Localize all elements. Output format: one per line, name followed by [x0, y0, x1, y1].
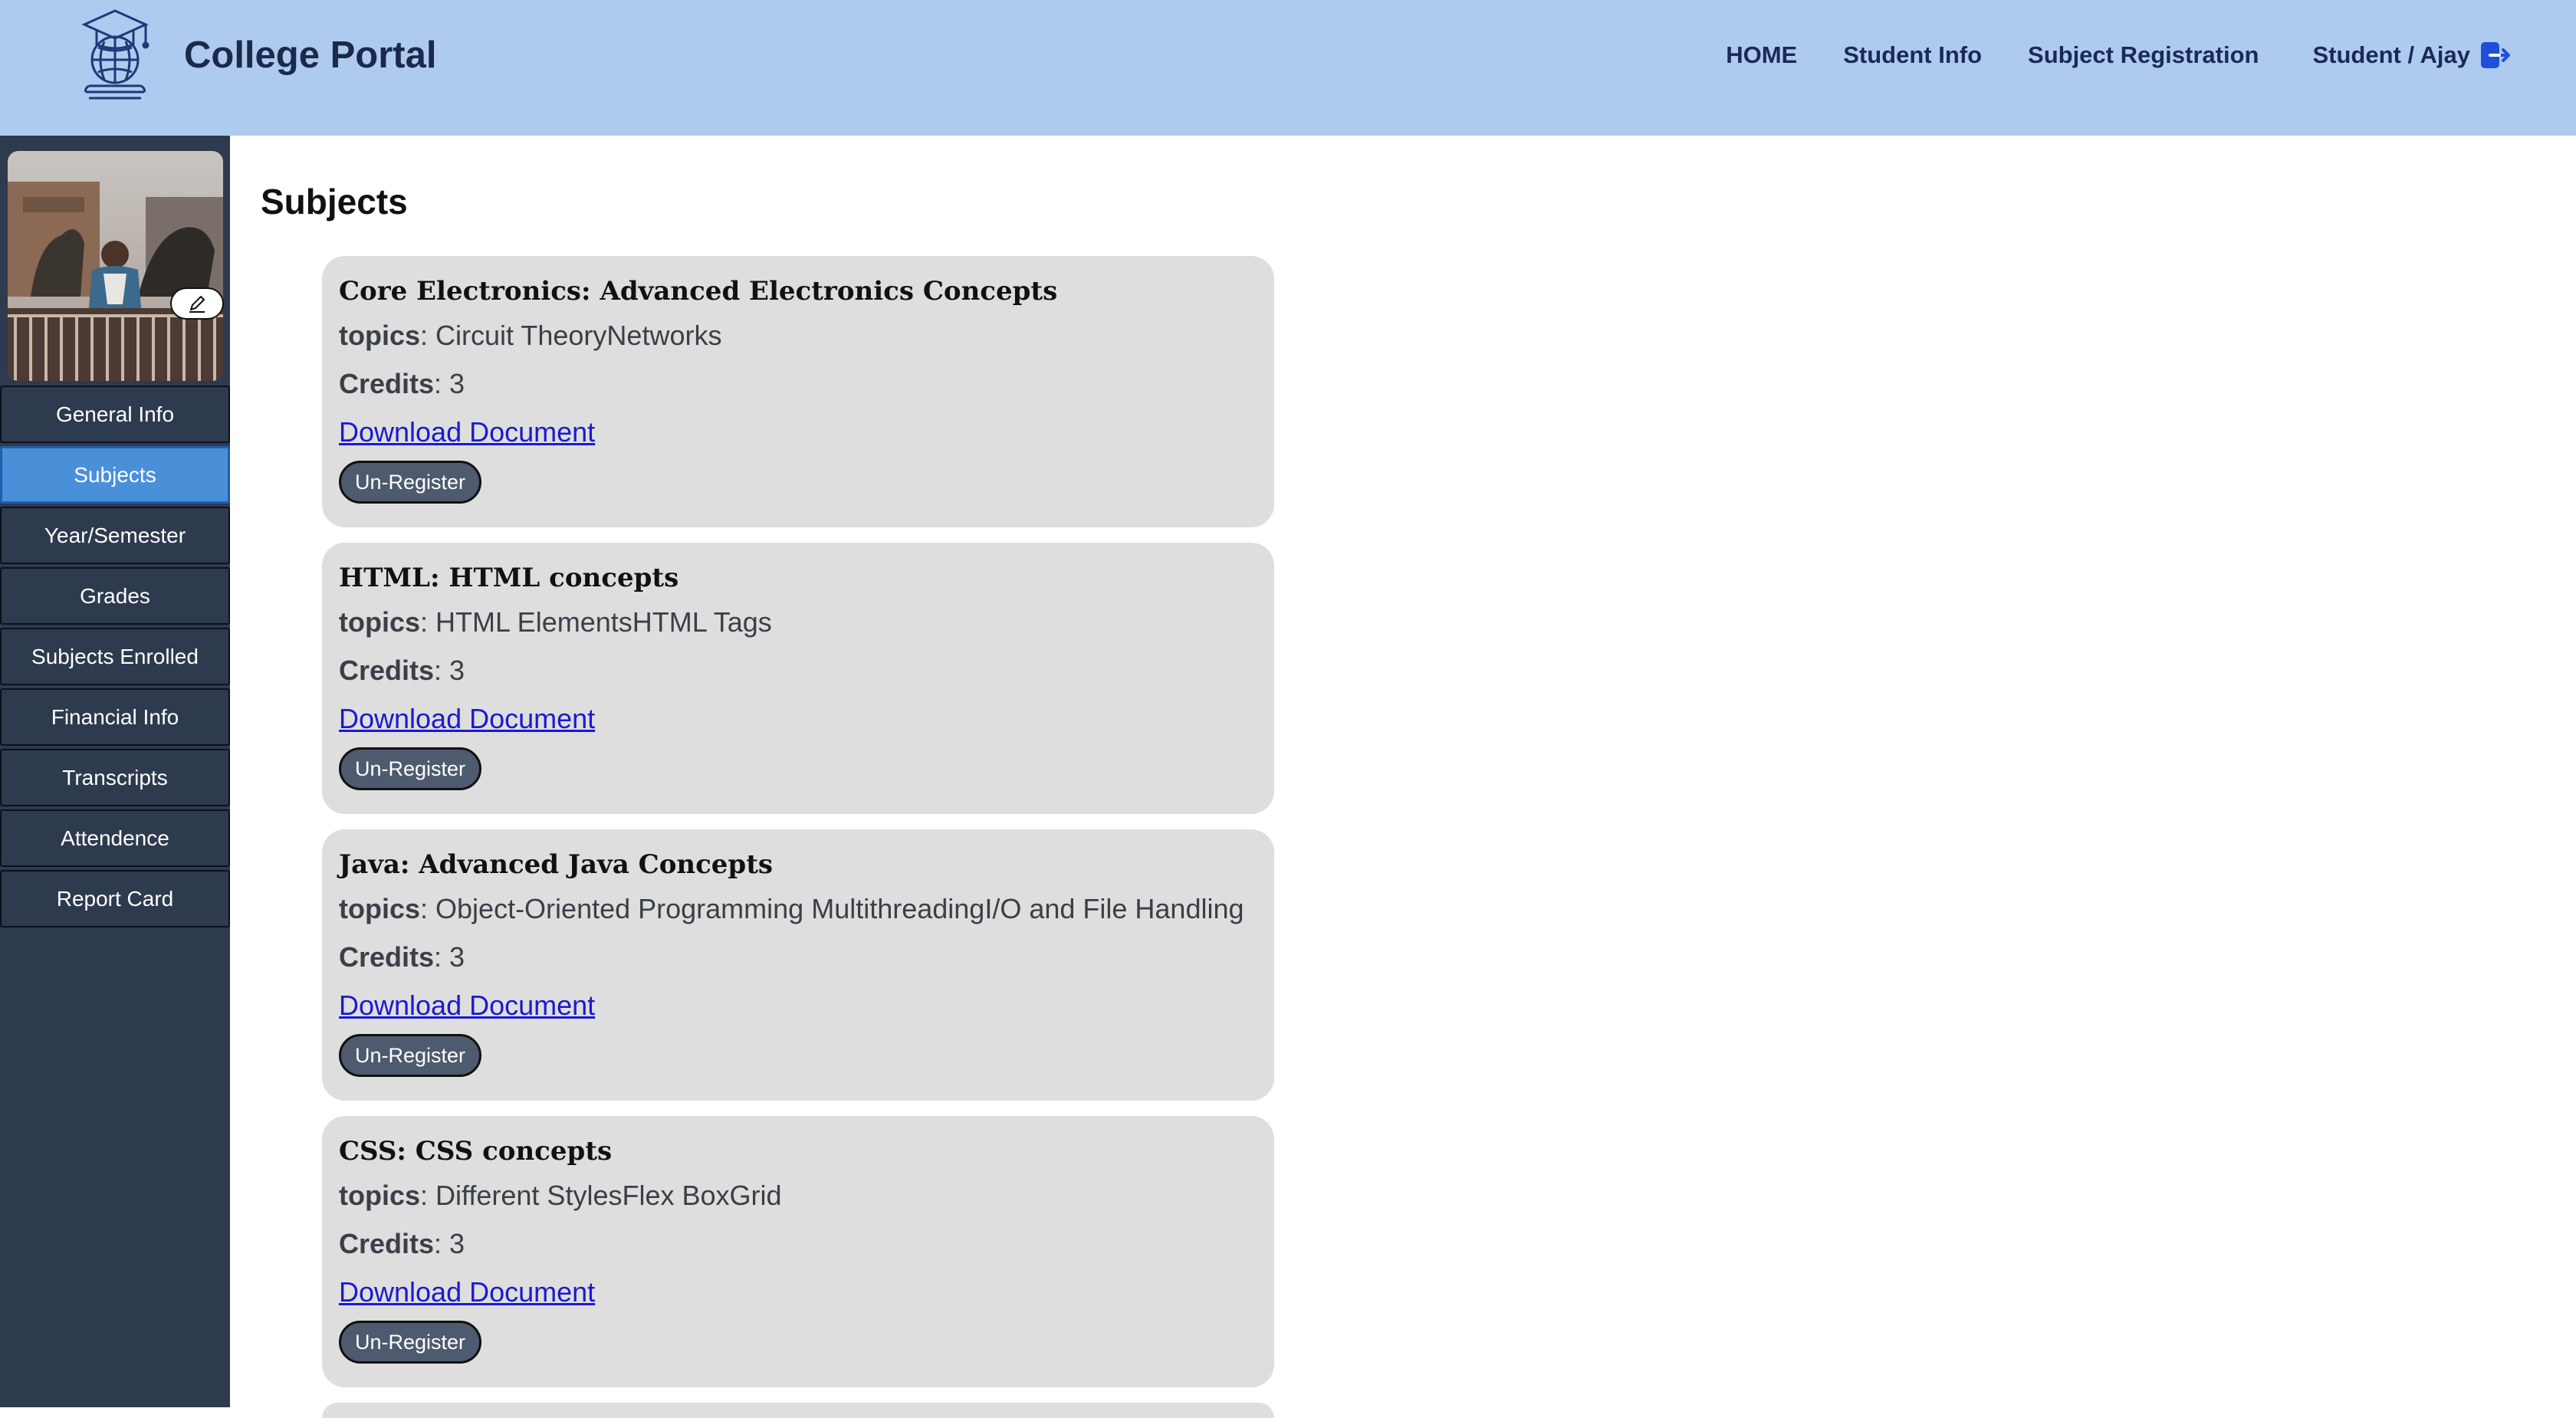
- unregister-button[interactable]: Un-Register: [339, 1321, 482, 1364]
- download-document-link[interactable]: Download Document: [339, 1268, 1257, 1316]
- credits-label: Credits: [339, 1228, 435, 1259]
- credits-label: Credits: [339, 368, 435, 399]
- credits-value: : 3: [434, 368, 465, 399]
- subject-card: Java: Advanced Java Concepts topics: Obj…: [322, 829, 1274, 1101]
- profile-photo: [8, 151, 223, 381]
- avatar: [8, 151, 223, 381]
- unregister-button[interactable]: Un-Register: [339, 747, 482, 790]
- logout-icon[interactable]: [2479, 41, 2512, 70]
- subject-card: Core Electronics: Advanced Electronics C…: [322, 256, 1274, 527]
- nav-home[interactable]: HOME: [1726, 41, 1797, 69]
- sidebar-menu: General Info Subjects Year/Semester Grad…: [0, 386, 230, 931]
- download-document-link[interactable]: Download Document: [339, 981, 1257, 1029]
- topics-label: topics: [339, 320, 421, 351]
- sidebar-item-transcripts[interactable]: Transcripts: [0, 749, 230, 806]
- subject-topics: topics: Different StylesFlex BoxGrid: [339, 1171, 1257, 1219]
- topics-label: topics: [339, 893, 421, 924]
- topics-value: : Different StylesFlex BoxGrid: [420, 1180, 782, 1211]
- sidebar-item-financial-info[interactable]: Financial Info: [0, 688, 230, 746]
- nav-student-info[interactable]: Student Info: [1843, 41, 1982, 69]
- topics-label: topics: [339, 1180, 421, 1211]
- nav-subject-registration[interactable]: Subject Registration: [2028, 41, 2259, 69]
- subject-card-partial: [322, 1403, 1274, 1418]
- user-menu[interactable]: Student / Ajay: [2312, 41, 2512, 70]
- user-name: Student / Ajay: [2312, 41, 2470, 68]
- subject-credits: Credits: 3: [339, 933, 1257, 981]
- credits-value: : 3: [434, 1228, 465, 1259]
- sidebar-item-report-card[interactable]: Report Card: [0, 870, 230, 927]
- subject-list: Core Electronics: Advanced Electronics C…: [322, 256, 1274, 1418]
- credits-label: Credits: [339, 941, 435, 973]
- credits-label: Credits: [339, 655, 435, 686]
- subject-name: Core Electronics: Advanced Electronics C…: [339, 276, 1058, 307]
- sidebar-item-attendence[interactable]: Attendence: [0, 809, 230, 867]
- topics-value: : HTML ElementsHTML Tags: [420, 606, 772, 638]
- sidebar: General Info Subjects Year/Semester Grad…: [0, 136, 230, 1407]
- top-header: College Portal HOME Student Info Subject…: [0, 0, 2576, 136]
- brand-title: College Portal: [184, 34, 437, 76]
- subject-name: CSS: CSS concepts: [339, 1136, 613, 1167]
- subject-card: HTML: HTML concepts topics: HTML Element…: [322, 543, 1274, 814]
- download-document-link[interactable]: Download Document: [339, 694, 1257, 743]
- topics-value: : Object-Oriented Programming Multithrea…: [420, 893, 1244, 924]
- subject-credits: Credits: 3: [339, 1219, 1257, 1268]
- unregister-button[interactable]: Un-Register: [339, 461, 482, 504]
- credits-value: : 3: [434, 655, 465, 686]
- subject-card: CSS: CSS concepts topics: Different Styl…: [322, 1116, 1274, 1387]
- sidebar-item-subjects-enrolled[interactable]: Subjects Enrolled: [0, 628, 230, 685]
- avatar-edit-button[interactable]: [170, 287, 224, 320]
- unregister-button[interactable]: Un-Register: [339, 1034, 482, 1077]
- page-title: Subjects: [261, 182, 408, 222]
- subject-topics: topics: Circuit TheoryNetworks: [339, 311, 1257, 359]
- sidebar-item-year-semester[interactable]: Year/Semester: [0, 507, 230, 564]
- pencil-icon: [189, 296, 205, 313]
- sidebar-item-subjects[interactable]: Subjects: [0, 446, 230, 504]
- subject-name: Java: Advanced Java Concepts: [339, 849, 774, 880]
- sidebar-item-general-info[interactable]: General Info: [0, 386, 230, 443]
- subject-topics: topics: HTML ElementsHTML Tags: [339, 598, 1257, 646]
- subject-name: HTML: HTML concepts: [339, 563, 679, 593]
- graduation-globe-logo: [81, 9, 150, 100]
- subject-credits: Credits: 3: [339, 646, 1257, 694]
- topics-label: topics: [339, 606, 421, 638]
- top-nav: HOME Student Info Subject Registration S…: [1680, 34, 2512, 77]
- download-document-link[interactable]: Download Document: [339, 408, 1257, 456]
- credits-value: : 3: [434, 941, 465, 973]
- subject-credits: Credits: 3: [339, 359, 1257, 408]
- subject-topics: topics: Object-Oriented Programming Mult…: [339, 885, 1257, 933]
- topics-value: : Circuit TheoryNetworks: [420, 320, 722, 351]
- sidebar-item-grades[interactable]: Grades: [0, 567, 230, 625]
